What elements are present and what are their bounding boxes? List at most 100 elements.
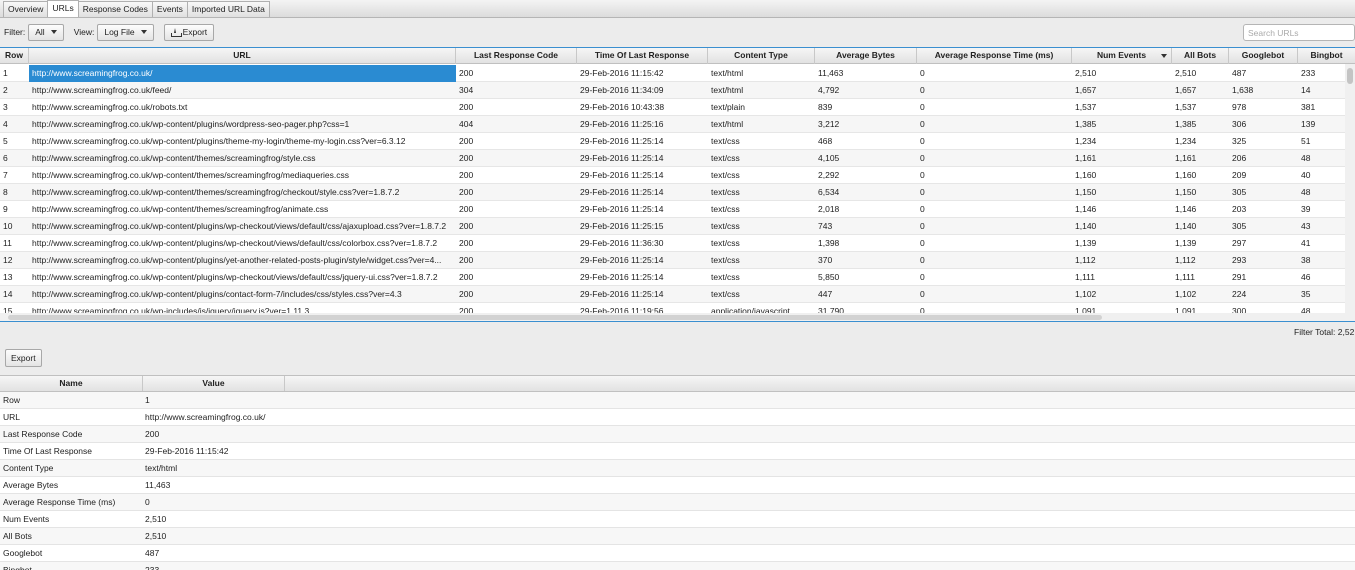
cell-row[interactable]: 15 xyxy=(0,303,29,313)
table-row[interactable]: 11 http://www.screamingfrog.co.uk/wp-cont… xyxy=(0,235,1355,252)
cell-googlebot[interactable]: 291 xyxy=(1229,269,1298,286)
cell-last-response-code[interactable]: 200 xyxy=(456,99,577,116)
cell-average-response-time[interactable]: 0 xyxy=(917,235,1072,252)
table-row[interactable]: 3 http://www.screamingfrog.co.uk/robots.t… xyxy=(0,99,1355,116)
cell-content-type[interactable]: text/css xyxy=(708,184,815,201)
cell-row[interactable]: 11 xyxy=(0,235,29,252)
cell-average-bytes[interactable]: 743 xyxy=(815,218,917,235)
cell-all-bots[interactable]: 1,657 xyxy=(1172,82,1229,99)
detail-row[interactable]: Bingbot 233 xyxy=(0,562,1355,570)
cell-row[interactable]: 3 xyxy=(0,99,29,116)
cell-all-bots[interactable]: 1,140 xyxy=(1172,218,1229,235)
cell-url[interactable]: http://www.screamingfrog.co.uk/feed/ xyxy=(29,82,456,99)
cell-last-response-code[interactable]: 200 xyxy=(456,184,577,201)
column-header-num-events[interactable]: Num Events xyxy=(1072,48,1172,64)
cell-average-bytes[interactable]: 31,790 xyxy=(815,303,917,313)
detail-row[interactable]: URL http://www.screamingfrog.co.uk/ xyxy=(0,409,1355,426)
cell-content-type[interactable]: text/css xyxy=(708,167,815,184)
table-row[interactable]: 9 http://www.screamingfrog.co.uk/wp-conte… xyxy=(0,201,1355,218)
cell-last-response-code[interactable]: 404 xyxy=(456,116,577,133)
cell-all-bots[interactable]: 1,111 xyxy=(1172,269,1229,286)
cell-all-bots[interactable]: 2,510 xyxy=(1172,65,1229,82)
table-row[interactable]: 15 http://www.screamingfrog.co.uk/wp-incl… xyxy=(0,303,1355,313)
column-header-last-response-code[interactable]: Last Response Code xyxy=(456,48,577,64)
cell-average-bytes[interactable]: 839 xyxy=(815,99,917,116)
cell-row[interactable]: 2 xyxy=(0,82,29,99)
table-row[interactable]: 13 http://www.screamingfrog.co.uk/wp-cont… xyxy=(0,269,1355,286)
cell-googlebot[interactable]: 293 xyxy=(1229,252,1298,269)
cell-num-events[interactable]: 1,140 xyxy=(1072,218,1172,235)
cell-googlebot[interactable]: 305 xyxy=(1229,218,1298,235)
cell-row[interactable]: 4 xyxy=(0,116,29,133)
scroll-thumb[interactable] xyxy=(8,315,1102,320)
cell-all-bots[interactable]: 1,139 xyxy=(1172,235,1229,252)
cell-last-response-code[interactable]: 200 xyxy=(456,252,577,269)
cell-url[interactable]: http://www.screamingfrog.co.uk/wp-conten… xyxy=(29,252,456,269)
cell-googlebot[interactable]: 203 xyxy=(1229,201,1298,218)
cell-row[interactable]: 1 xyxy=(0,65,29,82)
table-row[interactable]: 5 http://www.screamingfrog.co.uk/wp-conte… xyxy=(0,133,1355,150)
cell-average-bytes[interactable]: 11,463 xyxy=(815,65,917,82)
cell-last-response-code[interactable]: 200 xyxy=(456,167,577,184)
cell-googlebot[interactable]: 1,638 xyxy=(1229,82,1298,99)
detail-row[interactable]: Row 1 xyxy=(0,392,1355,409)
cell-googlebot[interactable]: 300 xyxy=(1229,303,1298,313)
scroll-thumb[interactable] xyxy=(1347,68,1353,84)
cell-content-type[interactable]: text/css xyxy=(708,286,815,303)
cell-all-bots[interactable]: 1,160 xyxy=(1172,167,1229,184)
column-header-time-of-last-response[interactable]: Time Of Last Response xyxy=(577,48,708,64)
cell-googlebot[interactable]: 306 xyxy=(1229,116,1298,133)
table-row[interactable]: 8 http://www.screamingfrog.co.uk/wp-conte… xyxy=(0,184,1355,201)
cell-average-response-time[interactable]: 0 xyxy=(917,184,1072,201)
cell-url[interactable]: http://www.screamingfrog.co.uk/ xyxy=(29,65,456,82)
cell-average-response-time[interactable]: 0 xyxy=(917,303,1072,313)
column-header-content-type[interactable]: Content Type xyxy=(708,48,815,64)
cell-num-events[interactable]: 1,385 xyxy=(1072,116,1172,133)
cell-average-response-time[interactable]: 0 xyxy=(917,82,1072,99)
detail-row[interactable]: Googlebot 487 xyxy=(0,545,1355,562)
filter-dropdown[interactable]: All xyxy=(28,23,64,41)
cell-num-events[interactable]: 1,150 xyxy=(1072,184,1172,201)
cell-all-bots[interactable]: 1,150 xyxy=(1172,184,1229,201)
cell-content-type[interactable]: text/html xyxy=(708,116,815,133)
table-row[interactable]: 7 http://www.screamingfrog.co.uk/wp-conte… xyxy=(0,167,1355,184)
cell-url[interactable]: http://www.screamingfrog.co.uk/wp-conten… xyxy=(29,269,456,286)
cell-average-bytes[interactable]: 1,398 xyxy=(815,235,917,252)
cell-average-bytes[interactable]: 2,018 xyxy=(815,201,917,218)
detail-column-name[interactable]: Name xyxy=(0,376,143,391)
column-header-average-bytes[interactable]: Average Bytes xyxy=(815,48,917,64)
cell-average-bytes[interactable]: 4,792 xyxy=(815,82,917,99)
cell-num-events[interactable]: 1,537 xyxy=(1072,99,1172,116)
detail-row[interactable]: Last Response Code 200 xyxy=(0,426,1355,443)
cell-time-of-last-response[interactable]: 29-Feb-2016 10:43:38 xyxy=(577,99,708,116)
cell-last-response-code[interactable]: 200 xyxy=(456,218,577,235)
cell-time-of-last-response[interactable]: 29-Feb-2016 11:25:14 xyxy=(577,201,708,218)
table-row[interactable]: 14 http://www.screamingfrog.co.uk/wp-cont… xyxy=(0,286,1355,303)
cell-average-response-time[interactable]: 0 xyxy=(917,99,1072,116)
cell-num-events[interactable]: 1,657 xyxy=(1072,82,1172,99)
cell-url[interactable]: http://www.screamingfrog.co.uk/wp-conten… xyxy=(29,167,456,184)
horizontal-scrollbar[interactable] xyxy=(0,313,1355,322)
cell-time-of-last-response[interactable]: 29-Feb-2016 11:19:56 xyxy=(577,303,708,313)
cell-num-events[interactable]: 1,139 xyxy=(1072,235,1172,252)
cell-time-of-last-response[interactable]: 29-Feb-2016 11:25:15 xyxy=(577,218,708,235)
cell-average-bytes[interactable]: 468 xyxy=(815,133,917,150)
cell-googlebot[interactable]: 206 xyxy=(1229,150,1298,167)
detail-row[interactable]: Average Bytes 11,463 xyxy=(0,477,1355,494)
cell-row[interactable]: 12 xyxy=(0,252,29,269)
cell-url[interactable]: http://www.screamingfrog.co.uk/wp-conten… xyxy=(29,218,456,235)
cell-row[interactable]: 5 xyxy=(0,133,29,150)
column-header-all-bots[interactable]: All Bots xyxy=(1172,48,1229,64)
cell-all-bots[interactable]: 1,234 xyxy=(1172,133,1229,150)
cell-time-of-last-response[interactable]: 29-Feb-2016 11:36:30 xyxy=(577,235,708,252)
cell-num-events[interactable]: 1,146 xyxy=(1072,201,1172,218)
cell-average-bytes[interactable]: 3,212 xyxy=(815,116,917,133)
cell-content-type[interactable]: text/css xyxy=(708,133,815,150)
cell-time-of-last-response[interactable]: 29-Feb-2016 11:25:14 xyxy=(577,269,708,286)
cell-time-of-last-response[interactable]: 29-Feb-2016 11:25:14 xyxy=(577,167,708,184)
tab-response-codes[interactable]: Response Codes xyxy=(77,1,153,17)
tab-urls[interactable]: URLs xyxy=(47,0,79,17)
cell-average-response-time[interactable]: 0 xyxy=(917,252,1072,269)
cell-googlebot[interactable]: 209 xyxy=(1229,167,1298,184)
cell-all-bots[interactable]: 1,091 xyxy=(1172,303,1229,313)
